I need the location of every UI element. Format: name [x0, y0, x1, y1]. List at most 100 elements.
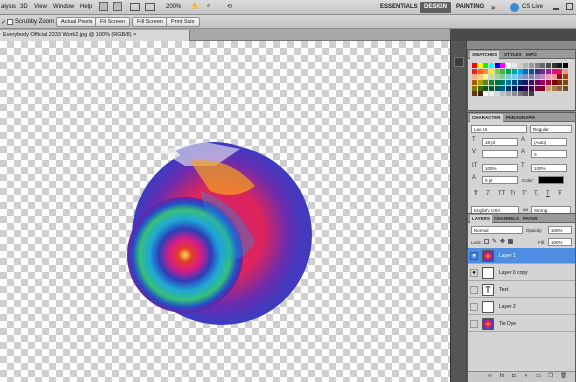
swatch[interactable]: [511, 91, 517, 97]
underline-button[interactable]: T: [546, 191, 550, 197]
checkbox-resize-windows[interactable]: ✓: [1, 19, 6, 26]
small-caps-button[interactable]: Tr: [510, 191, 515, 197]
swatch[interactable]: [551, 85, 557, 91]
font-size-field[interactable]: 18 pt: [482, 138, 518, 146]
subscript-button[interactable]: T,: [534, 191, 539, 197]
swatch[interactable]: [534, 68, 540, 74]
menu-window[interactable]: Window: [53, 4, 74, 10]
lock-all-icon[interactable]: [508, 239, 513, 244]
swatch[interactable]: [489, 63, 495, 68]
fill-screen-button[interactable]: Fill Screen: [132, 17, 168, 27]
swatch[interactable]: [563, 74, 568, 80]
swatch[interactable]: [557, 74, 563, 80]
swatch[interactable]: [494, 85, 500, 91]
tab-info[interactable]: INFO: [524, 51, 539, 59]
lock-transparent-icon[interactable]: [484, 239, 489, 244]
document-tab[interactable]: Everybody Official 2333 Work2.jpg @ 100%…: [0, 30, 190, 41]
swatch[interactable]: [534, 85, 540, 91]
swatch[interactable]: [517, 74, 523, 80]
swatch[interactable]: [517, 68, 523, 74]
swatch[interactable]: [489, 68, 495, 74]
swatch[interactable]: [500, 68, 506, 74]
swatch[interactable]: [540, 74, 546, 80]
swatch[interactable]: [472, 74, 477, 80]
swatch[interactable]: [472, 68, 477, 74]
swatch[interactable]: [477, 85, 483, 91]
swatch[interactable]: [540, 85, 546, 91]
swatch[interactable]: [528, 63, 534, 68]
bridge-icon[interactable]: [99, 2, 108, 11]
more-workspaces-icon[interactable]: »: [491, 3, 495, 12]
swatch[interactable]: [534, 63, 540, 68]
all-caps-button[interactable]: TT: [498, 191, 505, 197]
swatch[interactable]: [545, 74, 551, 80]
swatch[interactable]: [494, 91, 500, 97]
swatch[interactable]: [523, 85, 529, 91]
swatch[interactable]: [477, 68, 483, 74]
menu-analysis[interactable]: alysis: [1, 4, 16, 10]
swatch[interactable]: [472, 63, 477, 68]
tracking-field[interactable]: 0: [531, 150, 567, 158]
swatch[interactable]: [563, 63, 568, 68]
swatch[interactable]: [483, 91, 489, 97]
trash-icon[interactable]: 🗑: [560, 373, 567, 379]
swatch[interactable]: [563, 80, 568, 86]
layer-row[interactable]: Tie Dye: [468, 316, 575, 332]
swatch[interactable]: [494, 80, 500, 86]
mini-bridge-icon[interactable]: [113, 2, 122, 11]
swatch[interactable]: [517, 91, 523, 97]
swatch[interactable]: [523, 91, 529, 97]
layer-row[interactable]: Layer 2: [468, 299, 575, 315]
tab-swatches[interactable]: SWATCHES: [470, 51, 500, 59]
swatch[interactable]: [483, 74, 489, 80]
visibility-eye-icon[interactable]: [470, 286, 478, 294]
swatch[interactable]: [540, 68, 546, 74]
visibility-eye-icon[interactable]: [470, 320, 478, 328]
tab-paths[interactable]: PATHS: [521, 215, 540, 223]
swatch[interactable]: [540, 63, 546, 68]
swatch[interactable]: [528, 68, 534, 74]
swatch[interactable]: [506, 63, 512, 68]
swatch[interactable]: [523, 74, 529, 80]
faux-bold-button[interactable]: T: [474, 191, 478, 197]
faux-italic-button[interactable]: T: [486, 191, 490, 197]
folder-icon[interactable]: ▭: [536, 373, 541, 379]
scrubby-zoom-checkbox[interactable]: [7, 19, 13, 25]
zoom-level[interactable]: 200%: [166, 4, 181, 10]
layer-row[interactable]: ● Layer 0 copy: [468, 265, 575, 281]
minimize-icon[interactable]: [553, 8, 559, 10]
swatch[interactable]: [551, 68, 557, 74]
swatch[interactable]: [511, 74, 517, 80]
swatch[interactable]: [523, 80, 529, 86]
swatch[interactable]: [517, 80, 523, 86]
swatch[interactable]: [551, 63, 557, 68]
swatch[interactable]: [483, 68, 489, 74]
swatch[interactable]: [506, 74, 512, 80]
visibility-eye-icon[interactable]: ●: [470, 269, 478, 277]
font-family-select[interactable]: Lao UI: [471, 125, 527, 133]
layer-row[interactable]: T Text: [468, 282, 575, 298]
swatch[interactable]: [506, 68, 512, 74]
new-layer-icon[interactable]: ❐: [548, 373, 553, 379]
swatch[interactable]: [540, 80, 546, 86]
swatch[interactable]: [523, 63, 529, 68]
maximize-icon[interactable]: [566, 3, 573, 10]
swatch[interactable]: [489, 91, 495, 97]
swatch[interactable]: [506, 80, 512, 86]
baseline-shift-field[interactable]: 0 pt: [482, 176, 518, 184]
swatch[interactable]: [483, 85, 489, 91]
swatch[interactable]: [517, 85, 523, 91]
print-size-button[interactable]: Print Size: [166, 17, 200, 27]
zoom-icon[interactable]: ⌕: [207, 3, 210, 10]
visibility-eye-icon[interactable]: [470, 303, 478, 311]
swatch[interactable]: [477, 80, 483, 86]
fill-field[interactable]: 100%: [548, 238, 572, 246]
tab-layers[interactable]: LAYERS: [470, 215, 492, 223]
mask-icon[interactable]: ◘: [512, 373, 515, 379]
swatch[interactable]: [528, 80, 534, 86]
lock-move-icon[interactable]: ✥: [500, 238, 505, 245]
swatch[interactable]: [506, 91, 512, 97]
actual-pixels-button[interactable]: Actual Pixels: [56, 17, 98, 27]
swatch[interactable]: [517, 63, 523, 68]
layer-row[interactable]: ● Layer 1: [468, 248, 575, 264]
